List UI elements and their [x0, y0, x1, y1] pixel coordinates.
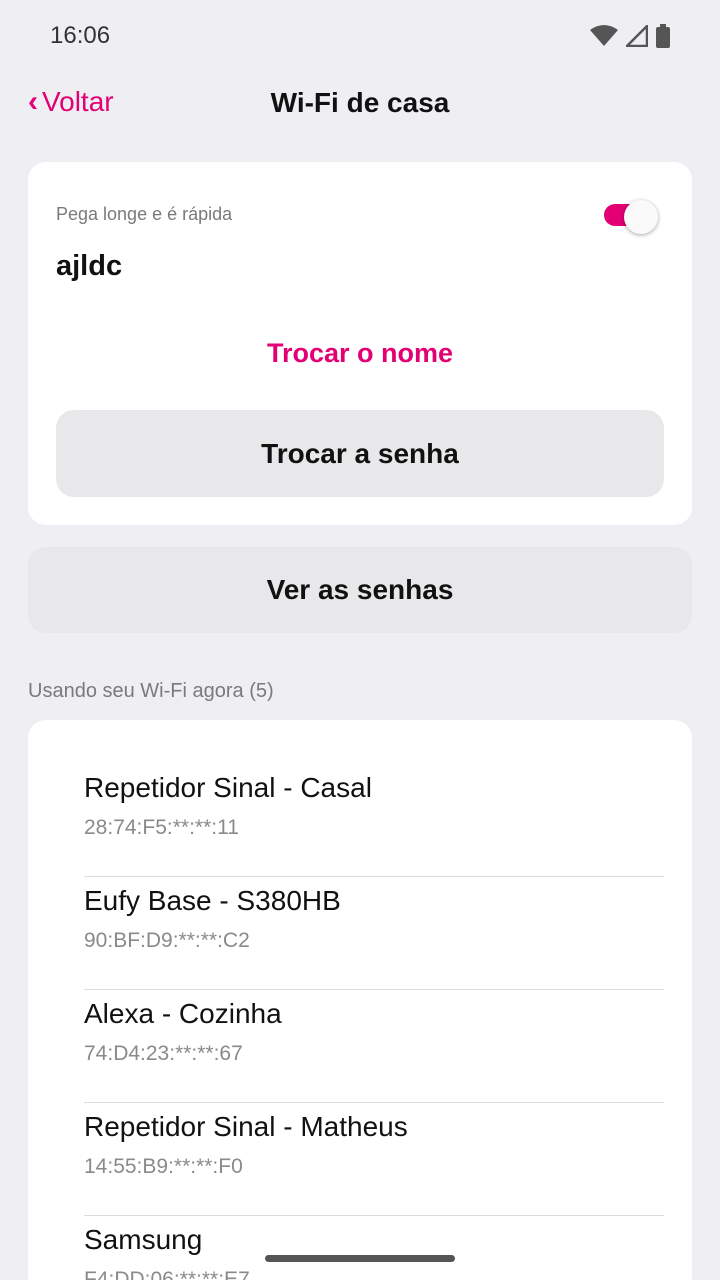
device-name: Repetidor Sinal - Matheus: [84, 1111, 408, 1142]
change-password-button[interactable]: Trocar a senha: [56, 410, 664, 497]
device-mac: F4:DD:06:**:**:E7: [84, 1268, 250, 1280]
wifi-subtitle: Pega longe e é rápida: [56, 204, 233, 224]
device-item[interactable]: Eufy Base - S380HB 90:BF:D9:**:**:C2: [84, 877, 664, 990]
device-mac: 28:74:F5:**:**:11: [84, 816, 239, 839]
signal-icon: [626, 25, 648, 47]
device-list: Repetidor Sinal - Casal 28:74:F5:**:**:1…: [84, 764, 664, 1280]
device-item[interactable]: Samsung F4:DD:06:**:**:E7: [84, 1216, 664, 1280]
status-icons: [590, 22, 670, 50]
header: ‹ Voltar Wi-Fi de casa: [0, 72, 720, 136]
device-item[interactable]: Repetidor Sinal - Matheus 14:55:B9:**:**…: [84, 1103, 664, 1216]
view-passwords-button[interactable]: Ver as senhas: [28, 547, 692, 633]
device-item[interactable]: Repetidor Sinal - Casal 28:74:F5:**:**:1…: [84, 764, 664, 877]
device-name: Repetidor Sinal - Casal: [84, 772, 372, 803]
device-mac: 90:BF:D9:**:**:C2: [84, 929, 250, 952]
device-name: Eufy Base - S380HB: [84, 885, 341, 916]
wifi-toggle[interactable]: [604, 200, 658, 234]
device-name: Alexa - Cozinha: [84, 998, 282, 1029]
wifi-card: Pega longe e é rápida ajldc Trocar o nom…: [28, 162, 692, 525]
status-time: 16:06: [50, 22, 111, 49]
wifi-network-name: ajldc: [56, 250, 123, 282]
toggle-knob: [624, 200, 658, 234]
device-name: Samsung: [84, 1224, 203, 1255]
device-mac: 14:55:B9:**:**:F0: [84, 1155, 243, 1178]
devices-section-label: Usando seu Wi-Fi agora (5): [28, 680, 274, 702]
home-indicator[interactable]: [265, 1255, 455, 1262]
battery-icon: [656, 24, 670, 48]
devices-card: Repetidor Sinal - Casal 28:74:F5:**:**:1…: [28, 720, 692, 1280]
page-title: Wi-Fi de casa: [270, 87, 450, 118]
wifi-icon: [590, 25, 618, 47]
status-bar: 16:06: [0, 0, 720, 72]
rename-button[interactable]: Trocar o nome: [28, 338, 692, 369]
device-item[interactable]: Alexa - Cozinha 74:D4:23:**:**:67: [84, 990, 664, 1103]
device-mac: 74:D4:23:**:**:67: [84, 1042, 243, 1065]
